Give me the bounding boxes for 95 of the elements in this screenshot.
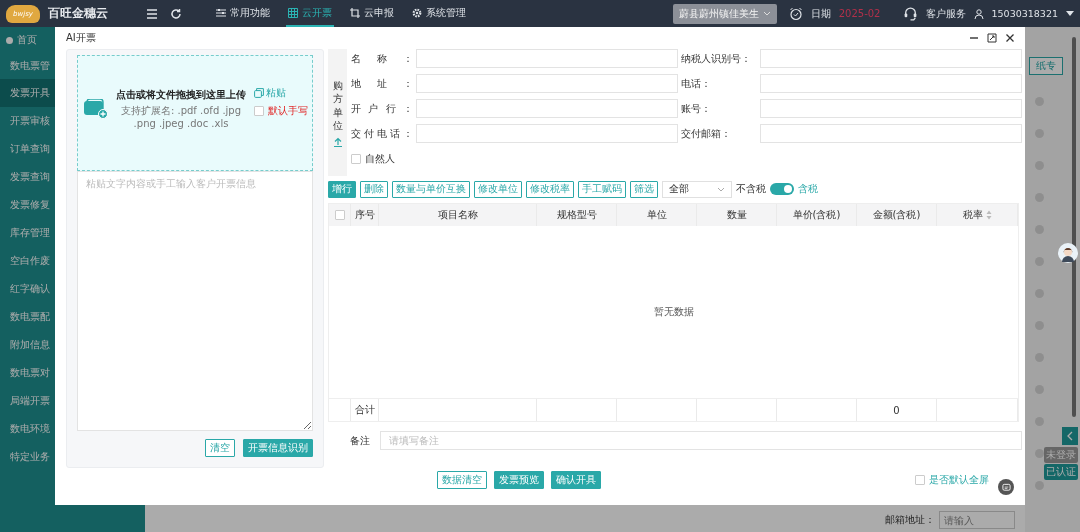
upload-hint: 支持扩展名: .pdf .ofd .jpg .png .jpeg .doc .xls	[119, 105, 243, 130]
column-header: 单价(含税)	[777, 204, 857, 226]
text-field[interactable]	[760, 99, 1022, 118]
copy-icon	[254, 88, 264, 98]
column-header: 规格型号	[537, 204, 617, 226]
avatar[interactable]	[1058, 243, 1078, 263]
toolbar-button[interactable]: 数量与单价互换	[392, 180, 470, 198]
toolbar-button[interactable]: 手工赋码	[578, 180, 626, 198]
brand-name: 百旺金穗云	[48, 5, 108, 22]
field-label: 纳税人识别号：	[681, 52, 752, 66]
nav-tab[interactable]: 系统管理	[410, 0, 468, 27]
field-label: 交付邮箱：	[681, 127, 732, 141]
paper-invoice-button[interactable]: 纸专	[1029, 57, 1063, 75]
nav-tab[interactable]: 常用功能	[214, 0, 272, 27]
user-icon	[973, 8, 984, 19]
grid-icon	[288, 7, 298, 18]
field-label: 开户行：	[351, 102, 413, 116]
collapse-button[interactable]	[1062, 427, 1078, 445]
buyer-section-label: 购方单位	[332, 78, 343, 133]
empty-message: 暂无数据	[653, 305, 694, 319]
toolbar-button[interactable]: 修改单位	[474, 180, 522, 198]
fullscreen-default-checkbox[interactable]: 是否默认全屏	[915, 473, 989, 487]
column-header[interactable]: 税率	[937, 204, 1018, 226]
column-header: 金额(含税)	[857, 204, 937, 226]
column-header: 序号	[351, 204, 379, 226]
maximize-icon[interactable]	[987, 33, 997, 43]
upload-dropzone[interactable]: 点击或将文件拖拽到这里上传 支持扩展名: .pdf .ofd .jpg .png .jpeg .doc .xls 粘贴 默认手写	[77, 55, 313, 171]
total-amount: 0	[893, 404, 900, 416]
upload-title: 点击或将文件拖拽到这里上传	[115, 88, 247, 102]
chevron-down-icon	[717, 186, 725, 192]
crop-icon	[350, 7, 360, 18]
email-field[interactable]: 请输入	[939, 511, 1015, 529]
nav-tab[interactable]: 云申报	[348, 0, 396, 27]
footer-button[interactable]: 发票预览	[494, 471, 544, 489]
text-field[interactable]	[416, 49, 678, 68]
toolbar-button[interactable]: 删除	[360, 180, 388, 198]
refresh-icon[interactable]	[170, 7, 182, 20]
total-label: 合计	[354, 403, 375, 417]
sort-icon	[985, 210, 992, 220]
text-field[interactable]	[416, 74, 678, 93]
home-menu-item[interactable]: 首页	[0, 27, 37, 53]
toolbar-button[interactable]: 筛选	[630, 180, 658, 198]
text-field[interactable]	[760, 124, 1022, 143]
chevron-down-icon	[762, 11, 771, 16]
status-dot	[1035, 449, 1044, 458]
paste-button[interactable]: 粘贴	[254, 86, 308, 100]
action-button[interactable]: 开票信息识别	[243, 439, 313, 457]
chevron-left-icon	[1067, 431, 1073, 441]
close-icon[interactable]	[1005, 33, 1015, 43]
headset-icon	[902, 6, 918, 21]
filter-select[interactable]: 全部	[662, 180, 732, 198]
customer-service-link[interactable]: 客户服务	[925, 6, 966, 21]
dialog-title: AI开票	[66, 31, 96, 45]
text-field[interactable]	[760, 74, 1022, 93]
field-label: 电话：	[681, 77, 712, 91]
field-label: 账号：	[681, 102, 712, 116]
date-label: 日期	[810, 6, 831, 21]
menu-group[interactable]: 数电票管	[0, 53, 50, 79]
natural-person-checkbox[interactable]: 自然人	[351, 152, 395, 166]
tax-toggle[interactable]	[770, 183, 794, 195]
column-header: 数量	[697, 204, 777, 226]
field-label: 地址：	[351, 77, 413, 91]
toolbar-button[interactable]: 修改税率	[526, 180, 574, 198]
folder-add-icon	[84, 99, 108, 119]
upload-icon[interactable]	[332, 136, 343, 147]
toggle-on-label: 含税	[798, 182, 818, 196]
text-field[interactable]	[760, 49, 1022, 68]
gear-icon	[412, 7, 422, 18]
footer-button[interactable]: 确认开具	[551, 471, 601, 489]
field-label: 交付电话：	[351, 127, 413, 141]
chat-icon	[1001, 482, 1011, 492]
remark-label: 备注	[350, 433, 370, 448]
sliders-icon	[216, 7, 226, 18]
help-button[interactable]	[998, 479, 1014, 495]
column-header: 单位	[617, 204, 697, 226]
text-field[interactable]	[416, 124, 678, 143]
column-header: 项目名称	[379, 204, 537, 226]
user-account[interactable]: 15030318321	[991, 8, 1058, 19]
scrollbar[interactable]	[1072, 37, 1076, 417]
date-value: 2025-02	[838, 8, 881, 19]
default-handwrite-checkbox[interactable]: 默认手写	[254, 104, 308, 118]
email-label: 邮箱地址：	[885, 513, 935, 527]
text-field[interactable]	[416, 99, 678, 118]
field-label: 名称：	[351, 52, 413, 66]
status-dot	[1035, 481, 1044, 490]
alarm-clock-icon	[788, 6, 803, 21]
dropdown-icon[interactable]	[1066, 10, 1074, 17]
menu-icon[interactable]	[146, 7, 158, 20]
status-badge: 已认证	[1044, 464, 1078, 480]
company-select[interactable]: 蔚县蔚州镇佳美生	[672, 3, 777, 24]
toolbar-button[interactable]: 增行	[328, 180, 356, 198]
footer-button[interactable]: 数据清空	[437, 471, 487, 489]
toggle-off-label: 不含税	[736, 182, 766, 196]
select-all-checkbox[interactable]	[334, 210, 345, 220]
action-button[interactable]: 清空	[205, 439, 235, 457]
